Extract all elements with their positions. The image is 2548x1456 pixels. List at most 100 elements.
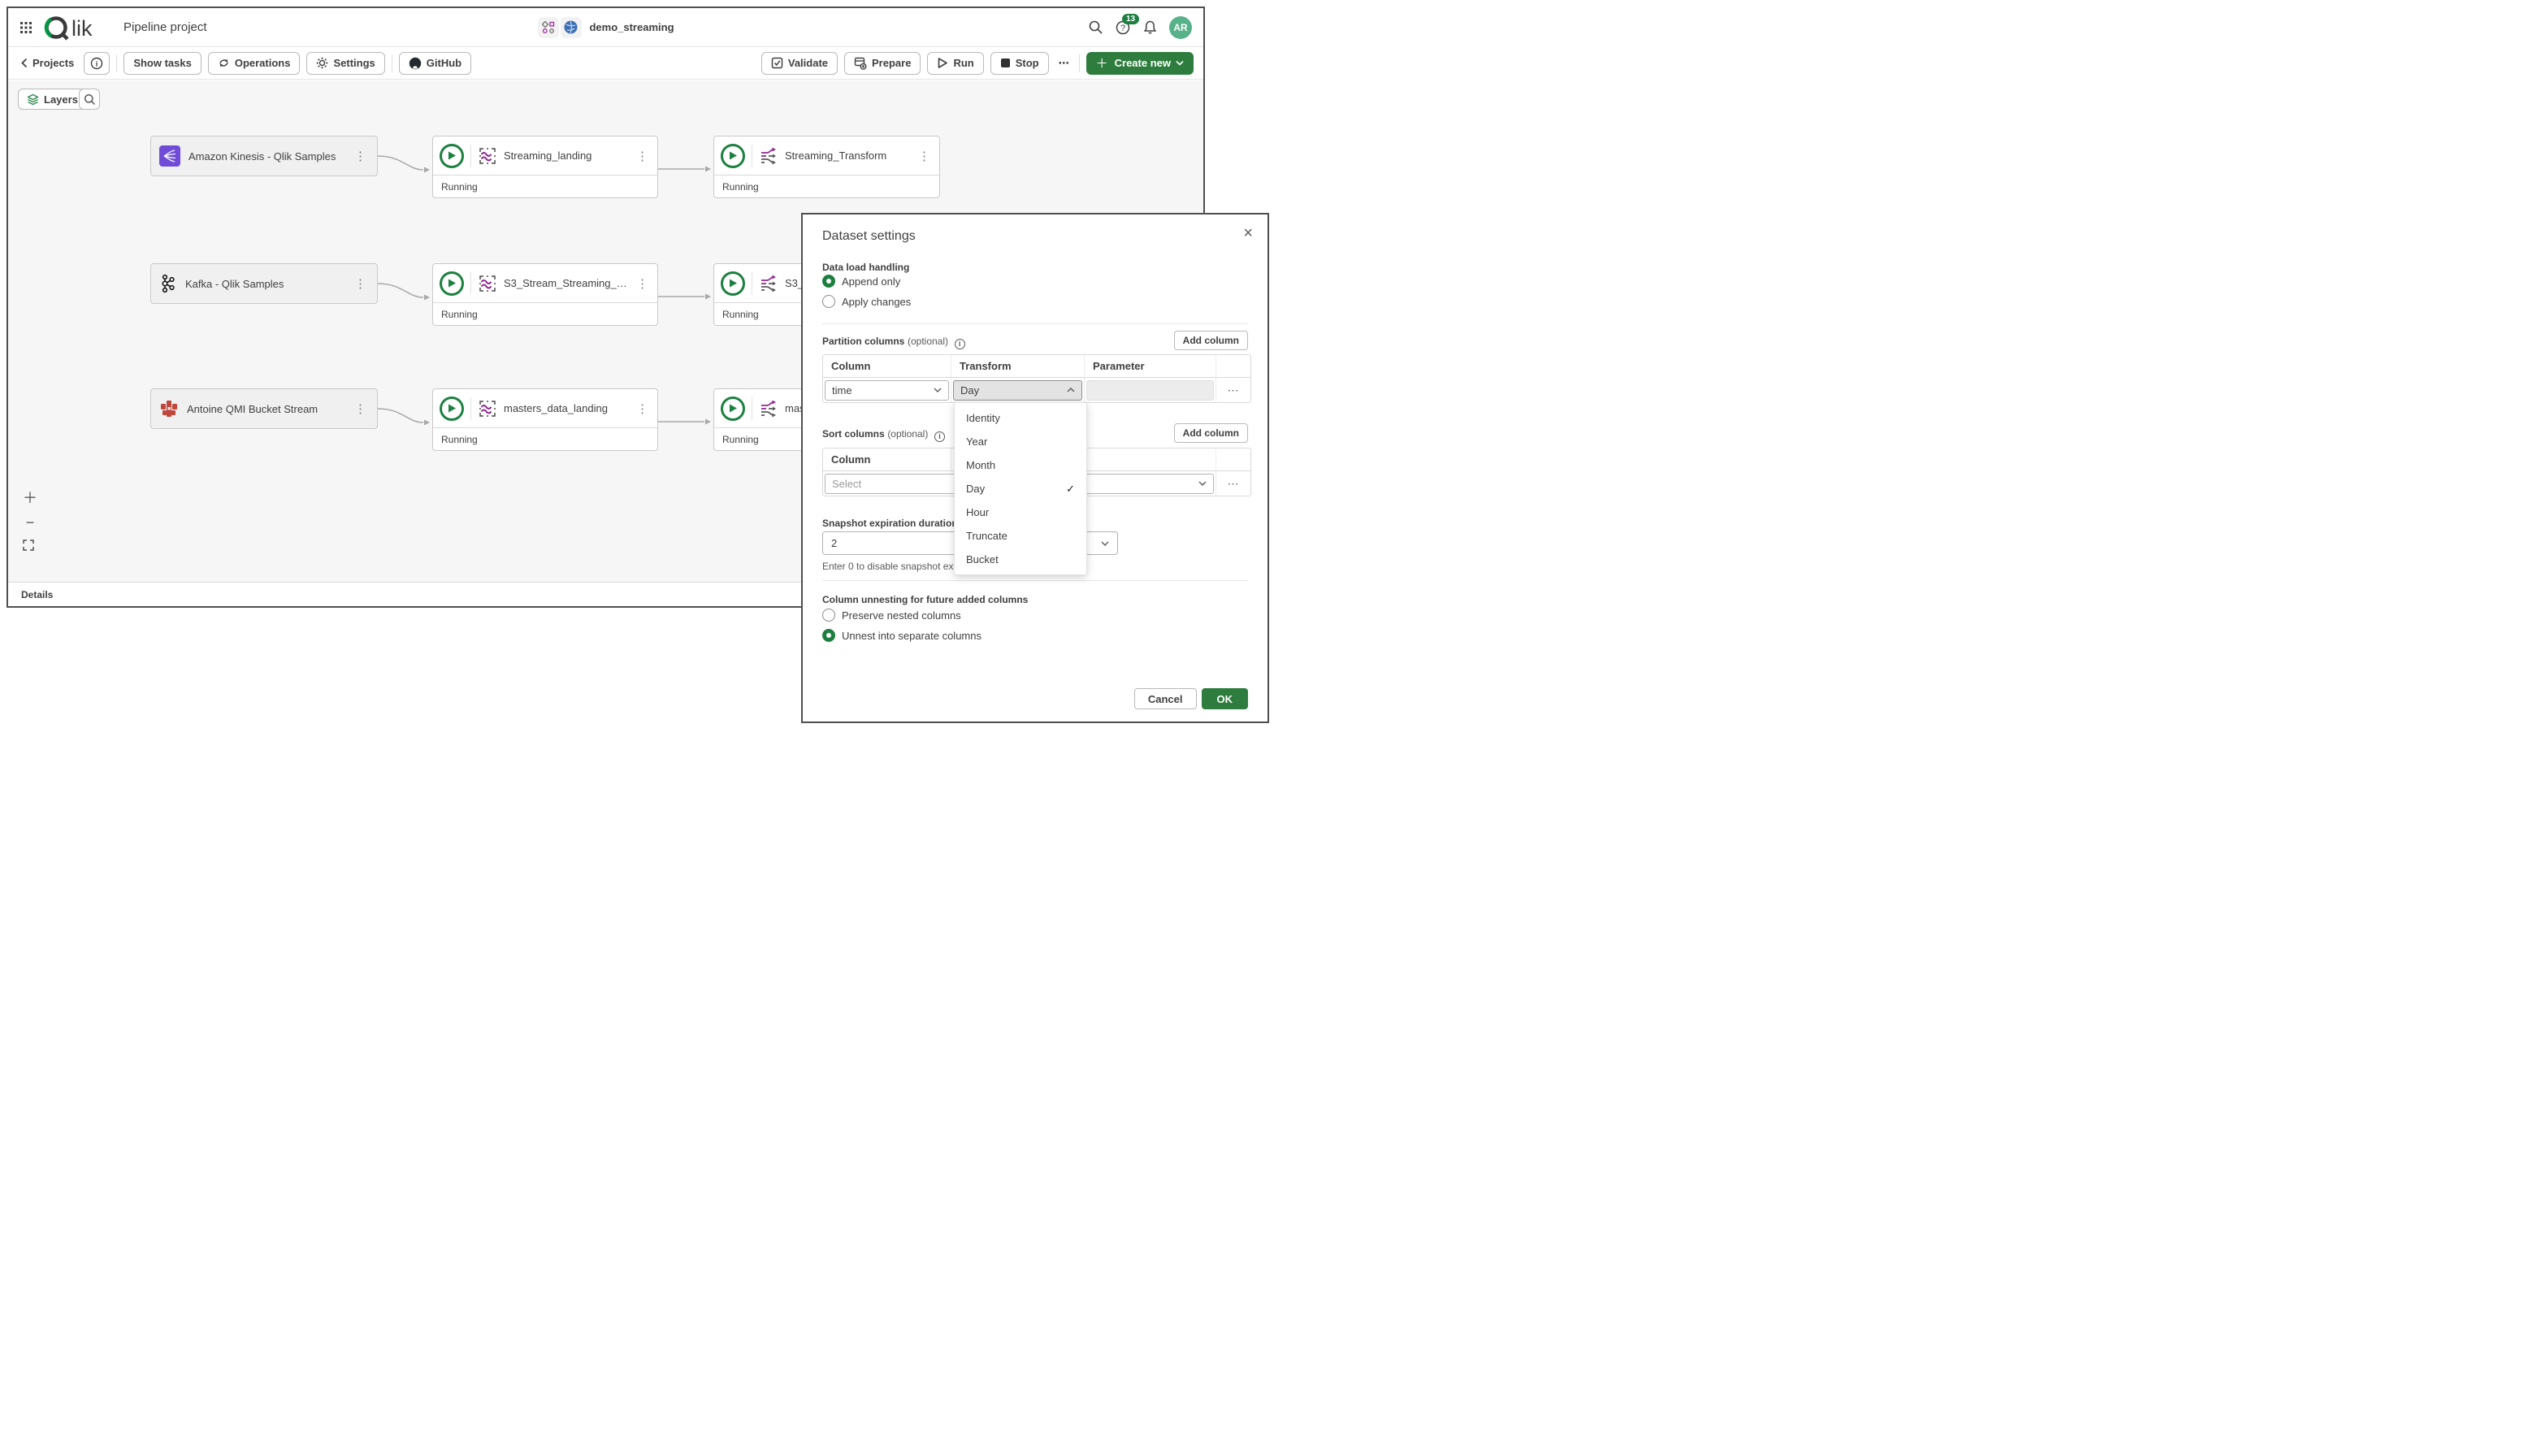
canvas-search-button[interactable] — [79, 89, 100, 110]
bell-icon[interactable] — [1142, 20, 1158, 35]
source-node-kinesis[interactable]: Amazon Kinesis - Qlik Samples ⋮ — [150, 136, 378, 176]
info-icon[interactable]: i — [934, 431, 945, 442]
landing-node-masters[interactable]: masters_data_landing ⋮ Running — [432, 388, 658, 451]
toolbar-divider — [116, 54, 117, 72]
dropdown-option-identity[interactable]: Identity — [955, 406, 1086, 430]
node-menu-button[interactable]: ⋮ — [634, 276, 651, 291]
ok-button[interactable]: OK — [1202, 688, 1249, 709]
partition-columns-table: Column Transform Parameter time Day — [822, 354, 1251, 403]
apply-changes-label: Apply changes — [842, 296, 911, 308]
gear-icon — [316, 57, 328, 69]
column-header: Column — [823, 355, 951, 377]
show-tasks-label: Show tasks — [133, 57, 192, 69]
partition-transform-select[interactable]: Day — [953, 380, 1082, 401]
radio-selected-icon — [822, 629, 835, 642]
prepare-button[interactable]: Prepare — [844, 52, 921, 75]
dropdown-option-truncate[interactable]: Truncate — [955, 524, 1086, 548]
partition-row: time Day ⋯ — [823, 378, 1250, 402]
fit-to-screen-button[interactable] — [23, 540, 37, 551]
search-icon[interactable] — [1088, 20, 1103, 35]
validate-icon — [771, 57, 783, 69]
divider — [470, 145, 471, 167]
partition-column-select[interactable]: time — [825, 380, 949, 401]
transform-node-streaming[interactable]: Streaming_Transform ⋮ Running — [713, 136, 940, 198]
zoom-controls: ＋ − — [23, 491, 37, 551]
node-menu-button[interactable]: ⋮ — [634, 401, 651, 416]
run-button[interactable]: Run — [927, 52, 983, 75]
snapshot-duration-value: 2 — [831, 537, 837, 549]
node-run-button[interactable] — [721, 396, 745, 421]
layers-button[interactable]: Layers — [18, 89, 87, 110]
actions-header — [1216, 448, 1250, 470]
transform-dataset-icon — [759, 399, 778, 418]
github-icon — [409, 57, 422, 70]
more-actions-button[interactable]: ⋯ — [1055, 52, 1072, 75]
partition-transform-value: Day — [960, 384, 979, 396]
ellipsis-icon: ⋯ — [1059, 57, 1069, 70]
show-tasks-button[interactable]: Show tasks — [124, 52, 202, 75]
node-run-button[interactable] — [721, 144, 745, 168]
node-menu-button[interactable]: ⋮ — [352, 276, 369, 291]
create-new-button[interactable]: ＋ Create new — [1086, 52, 1194, 75]
zoom-in-button[interactable]: ＋ — [23, 491, 37, 505]
node-label: Streaming_Transform — [785, 150, 909, 162]
page-title: Pipeline project — [124, 20, 207, 34]
info-icon[interactable]: i — [955, 339, 965, 349]
github-button[interactable]: GitHub — [399, 52, 471, 75]
dropdown-option-day[interactable]: Day✓ — [955, 477, 1086, 500]
landing-node-streaming[interactable]: Streaming_landing ⋮ Running — [432, 136, 658, 198]
column-header: Column — [823, 448, 951, 470]
partition-add-column-button[interactable]: Add column — [1174, 331, 1248, 350]
sort-add-column-button[interactable]: Add column — [1174, 423, 1248, 443]
node-menu-button[interactable]: ⋮ — [352, 149, 369, 163]
row-more-button[interactable]: ⋯ — [1228, 384, 1240, 397]
column-unnesting-label: Column unnesting for future added column… — [822, 594, 1028, 605]
dropdown-option-bucket[interactable]: Bucket — [955, 548, 1086, 571]
back-to-projects-button[interactable]: Projects — [18, 52, 77, 75]
app-launcher-button[interactable] — [20, 21, 32, 34]
sort-columns-label: Sort columns — [822, 428, 885, 440]
node-run-button[interactable] — [440, 396, 464, 421]
append-only-radio[interactable]: Append only — [822, 275, 900, 288]
node-run-button[interactable] — [440, 271, 464, 296]
unnest-separate-radio[interactable]: Unnest into separate columns — [822, 629, 982, 642]
create-new-label: Create new — [1115, 57, 1171, 69]
validate-label: Validate — [788, 57, 828, 69]
transform-dataset-icon — [759, 146, 778, 166]
prepare-icon — [854, 57, 867, 70]
validate-button[interactable]: Validate — [761, 52, 838, 75]
operations-icon — [218, 57, 230, 69]
optional-label: (optional) — [887, 428, 928, 440]
dropdown-option-month[interactable]: Month — [955, 453, 1086, 477]
settings-button[interactable]: Settings — [306, 52, 384, 75]
info-button[interactable]: i — [84, 52, 110, 75]
node-run-button[interactable] — [440, 144, 464, 168]
close-icon[interactable]: × — [1243, 224, 1253, 243]
dropdown-option-hour[interactable]: Hour — [955, 500, 1086, 524]
radio-icon — [822, 295, 835, 308]
notification-badge: 13 — [1122, 14, 1139, 24]
divider — [470, 272, 471, 295]
apply-changes-radio[interactable]: Apply changes — [822, 295, 911, 308]
pipeline-type-icon — [537, 17, 558, 38]
dropdown-option-year[interactable]: Year — [955, 430, 1086, 453]
node-menu-button[interactable]: ⋮ — [352, 401, 369, 416]
prepare-label: Prepare — [872, 57, 911, 69]
source-node-bucket[interactable]: Antoine QMI Bucket Stream ⋮ — [150, 388, 378, 429]
source-node-kafka[interactable]: Kafka - Qlik Samples ⋮ — [150, 263, 378, 304]
node-menu-button[interactable]: ⋮ — [634, 149, 651, 163]
node-menu-button[interactable]: ⋮ — [916, 149, 933, 163]
help-icon[interactable]: ? 13 — [1115, 20, 1131, 36]
row-more-button[interactable]: ⋯ — [1228, 477, 1240, 491]
cancel-button[interactable]: Cancel — [1134, 688, 1197, 709]
landing-node-s3-stream[interactable]: S3_Stream_Streaming_lan... ⋮ Running — [432, 263, 658, 326]
operations-button[interactable]: Operations — [208, 52, 301, 75]
zoom-out-button[interactable]: − — [23, 515, 37, 530]
node-run-button[interactable] — [721, 271, 745, 296]
divider — [822, 580, 1248, 581]
project-name[interactable]: demo_streaming — [589, 21, 674, 33]
stop-button[interactable]: Stop — [990, 52, 1049, 75]
data-load-handling-label: Data load handling — [822, 262, 909, 273]
preserve-nested-radio[interactable]: Preserve nested columns — [822, 609, 961, 622]
avatar[interactable]: AR — [1169, 16, 1192, 39]
